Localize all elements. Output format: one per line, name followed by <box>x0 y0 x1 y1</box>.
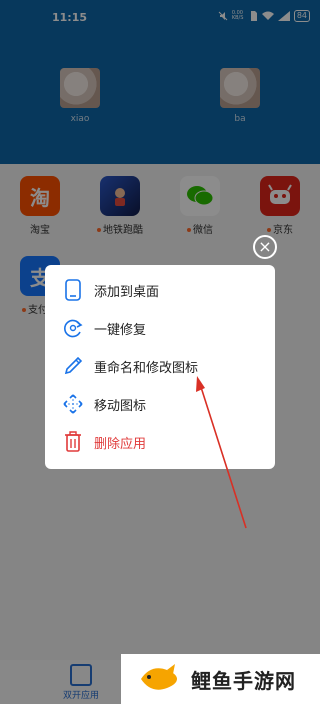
annotation-arrow <box>196 376 247 529</box>
app-screen: 11:15 0.00 KB/S 84 xiao ba 淘 淘宝 地铁跑酷 微信 … <box>0 0 320 704</box>
fish-icon <box>137 662 181 696</box>
watermark-logo: 鲤鱼手游网 <box>121 654 320 704</box>
watermark-text: 鲤鱼手游网 <box>191 668 296 693</box>
